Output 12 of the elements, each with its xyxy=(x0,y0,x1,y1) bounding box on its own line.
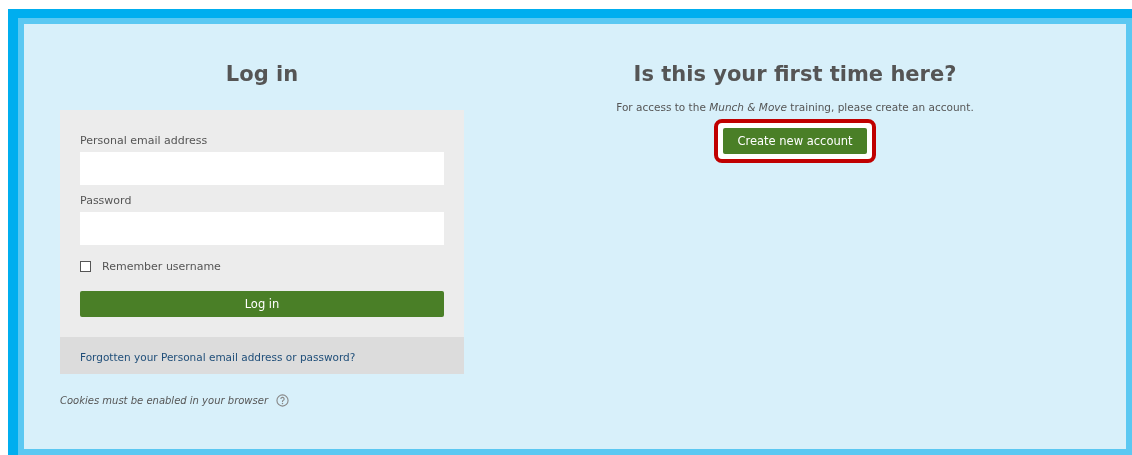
signup-text: For access to the Munch & Move training, please create an account. xyxy=(616,101,974,113)
signup-heading: Is this your first time here? xyxy=(633,61,957,88)
login-heading: Log in xyxy=(224,61,300,88)
checkbox[interactable] xyxy=(80,261,91,272)
field-label: Personal email address xyxy=(80,134,209,147)
help-icon[interactable] xyxy=(276,394,289,407)
login-button[interactable]: Log in xyxy=(80,291,444,317)
checkbox-label: Remember username xyxy=(102,260,221,273)
create-account-button[interactable]: Create new account xyxy=(723,128,867,154)
cookies-note: Cookies must be enabled in your browser xyxy=(60,395,268,406)
field-label: Password xyxy=(80,194,133,207)
forgot-password-link[interactable]: Forgotten your Personal email address or password? xyxy=(80,351,356,363)
